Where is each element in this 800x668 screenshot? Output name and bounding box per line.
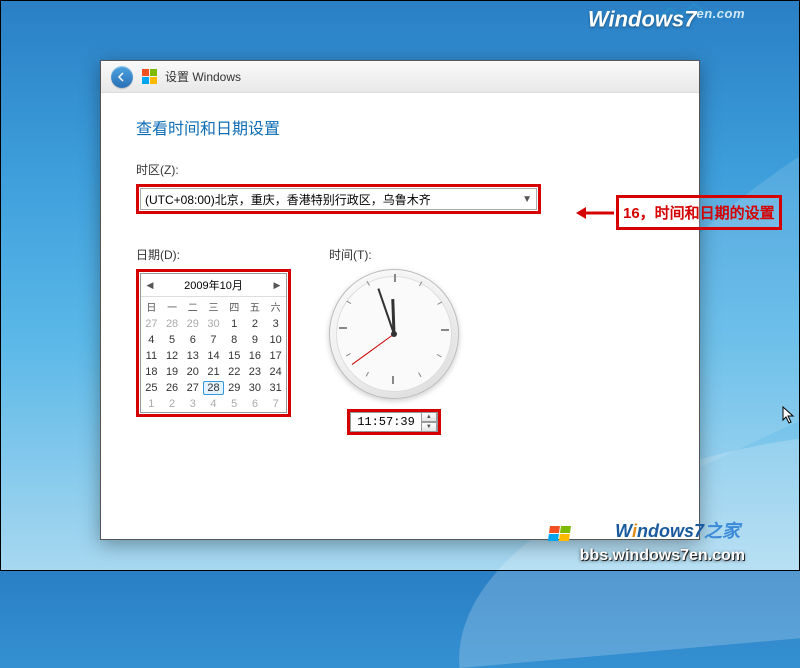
calendar-day[interactable]: 22 — [224, 364, 245, 380]
calendar-day[interactable]: 6 — [182, 332, 203, 348]
calendar-day[interactable]: 7 — [265, 396, 286, 412]
calendar-day[interactable]: 8 — [224, 332, 245, 348]
calendar-day[interactable]: 4 — [203, 396, 224, 412]
calendar-day[interactable]: 29 — [182, 316, 203, 332]
calendar-day[interactable]: 15 — [224, 348, 245, 364]
windows-icon — [141, 69, 157, 85]
calendar-day[interactable]: 18 — [141, 364, 162, 380]
time-label: 时间(T): — [329, 246, 459, 263]
time-value[interactable]: 11:57:39 — [351, 415, 421, 429]
calendar-day[interactable]: 3 — [265, 316, 286, 332]
calendar-day[interactable]: 29 — [224, 380, 245, 396]
timezone-highlight-box: (UTC+08:00)北京，重庆，香港特别行政区，乌鲁木齐 ▼ — [136, 184, 541, 214]
day-header: 六 — [265, 297, 286, 316]
calendar-day[interactable]: 7 — [203, 332, 224, 348]
calendar-day[interactable]: 27 — [182, 380, 203, 396]
annotation-text: 16，时间和日期的设置 — [616, 195, 782, 230]
next-month-button[interactable]: ▶ — [272, 280, 282, 291]
calendar-day[interactable]: 11 — [141, 348, 162, 364]
calendar-day[interactable]: 24 — [265, 364, 286, 380]
calendar-day[interactable]: 10 — [265, 332, 286, 348]
calendar-day[interactable]: 23 — [245, 364, 266, 380]
calendar-day[interactable]: 28 — [203, 380, 224, 396]
calendar-day[interactable]: 21 — [203, 364, 224, 380]
day-header: 三 — [203, 297, 224, 316]
calendar-day[interactable]: 12 — [162, 348, 183, 364]
calendar: ◀ 2009年10月 ▶ 日一二三四五六27282930123456789101… — [140, 273, 287, 413]
calendar-month-label: 2009年10月 — [184, 277, 243, 293]
setup-window: 设置 Windows 查看时间和日期设置 时区(Z): (UTC+08:00)北… — [100, 60, 700, 540]
calendar-day[interactable]: 19 — [162, 364, 183, 380]
calendar-day[interactable]: 2 — [162, 396, 183, 412]
calendar-day[interactable]: 14 — [203, 348, 224, 364]
day-header: 二 — [182, 297, 203, 316]
chevron-down-icon: ▼ — [522, 194, 532, 205]
back-button[interactable] — [111, 66, 133, 88]
bottom-watermark-url: bbs.windows7en.com — [580, 547, 745, 565]
calendar-day[interactable]: 16 — [245, 348, 266, 364]
calendar-day[interactable]: 4 — [141, 332, 162, 348]
day-header: 五 — [245, 297, 266, 316]
calendar-day[interactable]: 6 — [245, 396, 266, 412]
calendar-highlight-box: ◀ 2009年10月 ▶ 日一二三四五六27282930123456789101… — [136, 269, 291, 417]
calendar-day[interactable]: 1 — [141, 396, 162, 412]
window-title: 设置 Windows — [165, 68, 241, 85]
annotation-arrow: 16，时间和日期的设置 — [576, 195, 782, 230]
time-up-button[interactable]: ▲ — [421, 412, 437, 422]
prev-month-button[interactable]: ◀ — [145, 280, 155, 291]
day-header: 四 — [224, 297, 245, 316]
bottom-watermark-logo: Windows7之家 — [615, 517, 740, 543]
calendar-day[interactable]: 1 — [224, 316, 245, 332]
mouse-cursor — [782, 406, 796, 429]
calendar-day[interactable]: 27 — [141, 316, 162, 332]
day-header: 日 — [141, 297, 162, 316]
window-header: 设置 Windows — [101, 61, 699, 93]
calendar-day[interactable]: 17 — [265, 348, 286, 364]
time-spinner[interactable]: 11:57:39 ▲ ▼ — [350, 412, 438, 432]
calendar-day[interactable]: 26 — [162, 380, 183, 396]
calendar-day[interactable]: 28 — [162, 316, 183, 332]
clock-center-pin — [391, 331, 397, 337]
calendar-day[interactable]: 30 — [203, 316, 224, 332]
calendar-day[interactable]: 9 — [245, 332, 266, 348]
calendar-day[interactable]: 5 — [224, 396, 245, 412]
time-down-button[interactable]: ▼ — [421, 422, 437, 432]
timezone-select[interactable]: (UTC+08:00)北京，重庆，香港特别行政区，乌鲁木齐 ▼ — [140, 188, 537, 210]
calendar-day[interactable]: 5 — [162, 332, 183, 348]
calendar-day[interactable]: 3 — [182, 396, 203, 412]
windows-flag-icon — [547, 525, 571, 541]
calendar-day[interactable]: 30 — [245, 380, 266, 396]
top-watermark-logo: Windows7en.com — [588, 6, 745, 32]
analog-clock — [329, 269, 459, 399]
time-highlight-box: 11:57:39 ▲ ▼ — [347, 409, 441, 435]
timezone-value: (UTC+08:00)北京，重庆，香港特别行政区，乌鲁木齐 — [145, 191, 431, 208]
calendar-day[interactable]: 31 — [265, 380, 286, 396]
calendar-day[interactable]: 13 — [182, 348, 203, 364]
calendar-day[interactable]: 2 — [245, 316, 266, 332]
timezone-label: 时区(Z): — [136, 161, 664, 178]
calendar-day[interactable]: 20 — [182, 364, 203, 380]
calendar-day[interactable]: 25 — [141, 380, 162, 396]
page-heading: 查看时间和日期设置 — [136, 115, 664, 139]
date-label: 日期(D): — [136, 246, 291, 263]
day-header: 一 — [162, 297, 183, 316]
